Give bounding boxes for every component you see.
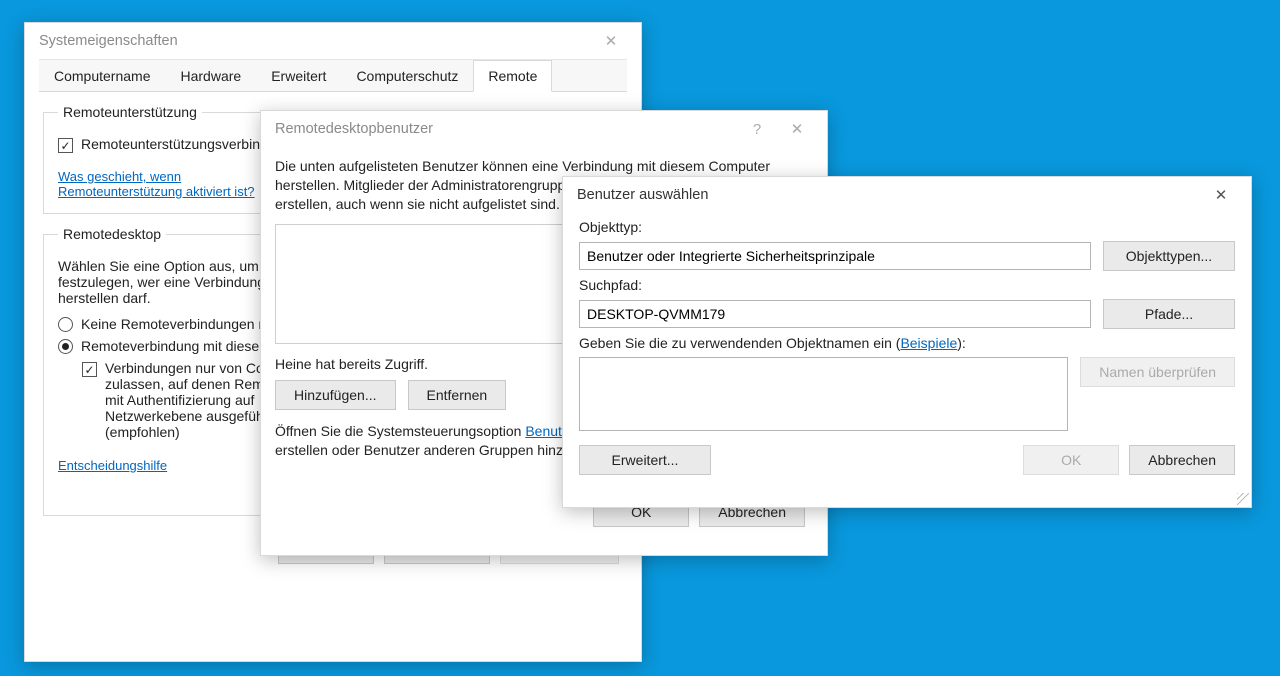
add-button[interactable]: Hinzufügen... xyxy=(275,380,396,410)
radio-icon xyxy=(58,339,73,354)
enter-names-label: Geben Sie die zu verwendenden Objektname… xyxy=(579,335,1235,351)
tab-computerschutz[interactable]: Computerschutz xyxy=(341,60,473,92)
remove-button[interactable]: Entfernen xyxy=(408,380,507,410)
ok-button: OK xyxy=(1023,445,1119,475)
tab-erweitert[interactable]: Erweitert xyxy=(256,60,341,92)
tab-computername[interactable]: Computername xyxy=(39,60,166,92)
object-names-textarea[interactable] xyxy=(579,357,1068,431)
window-title: Benutzer auswählen xyxy=(577,187,1201,203)
check-icon: ✓ xyxy=(82,362,97,377)
select-users-window: Benutzer auswählen ✕ Objekttyp: Objektty… xyxy=(562,176,1252,508)
search-path-field[interactable] xyxy=(579,300,1091,328)
object-type-label: Objekttyp: xyxy=(579,219,1235,235)
close-icon[interactable]: ✕ xyxy=(777,120,817,138)
close-icon[interactable]: ✕ xyxy=(1201,186,1241,204)
help-icon[interactable]: ? xyxy=(737,121,777,138)
advanced-button[interactable]: Erweitert... xyxy=(579,445,711,475)
tab-remote[interactable]: Remote xyxy=(473,60,552,92)
paths-button[interactable]: Pfade... xyxy=(1103,299,1235,329)
resize-grip-icon[interactable] xyxy=(1237,493,1249,505)
window-title: Remotedesktopbenutzer xyxy=(275,121,737,137)
window-title: Systemeigenschaften xyxy=(39,33,591,49)
tab-strip: Computername Hardware Erweitert Computer… xyxy=(39,59,627,92)
examples-link[interactable]: Beispiele xyxy=(900,335,957,351)
check-icon: ✓ xyxy=(58,138,73,153)
remote-desktop-legend: Remotedesktop xyxy=(58,226,166,242)
object-type-field[interactable] xyxy=(579,242,1091,270)
tab-hardware[interactable]: Hardware xyxy=(166,60,257,92)
check-names-button: Namen überprüfen xyxy=(1080,357,1235,387)
decision-help-link[interactable]: Entscheidungshilfe xyxy=(58,458,167,473)
remote-assistance-help-link[interactable]: Was geschieht, wenn Remoteunterstützung … xyxy=(58,169,255,199)
close-icon[interactable]: ✕ xyxy=(591,32,631,50)
object-types-button[interactable]: Objekttypen... xyxy=(1103,241,1235,271)
remote-assistance-legend: Remoteunterstützung xyxy=(58,104,202,120)
cancel-button[interactable]: Abbrechen xyxy=(1129,445,1235,475)
search-path-label: Suchpfad: xyxy=(579,277,1235,293)
radio-icon xyxy=(58,317,73,332)
